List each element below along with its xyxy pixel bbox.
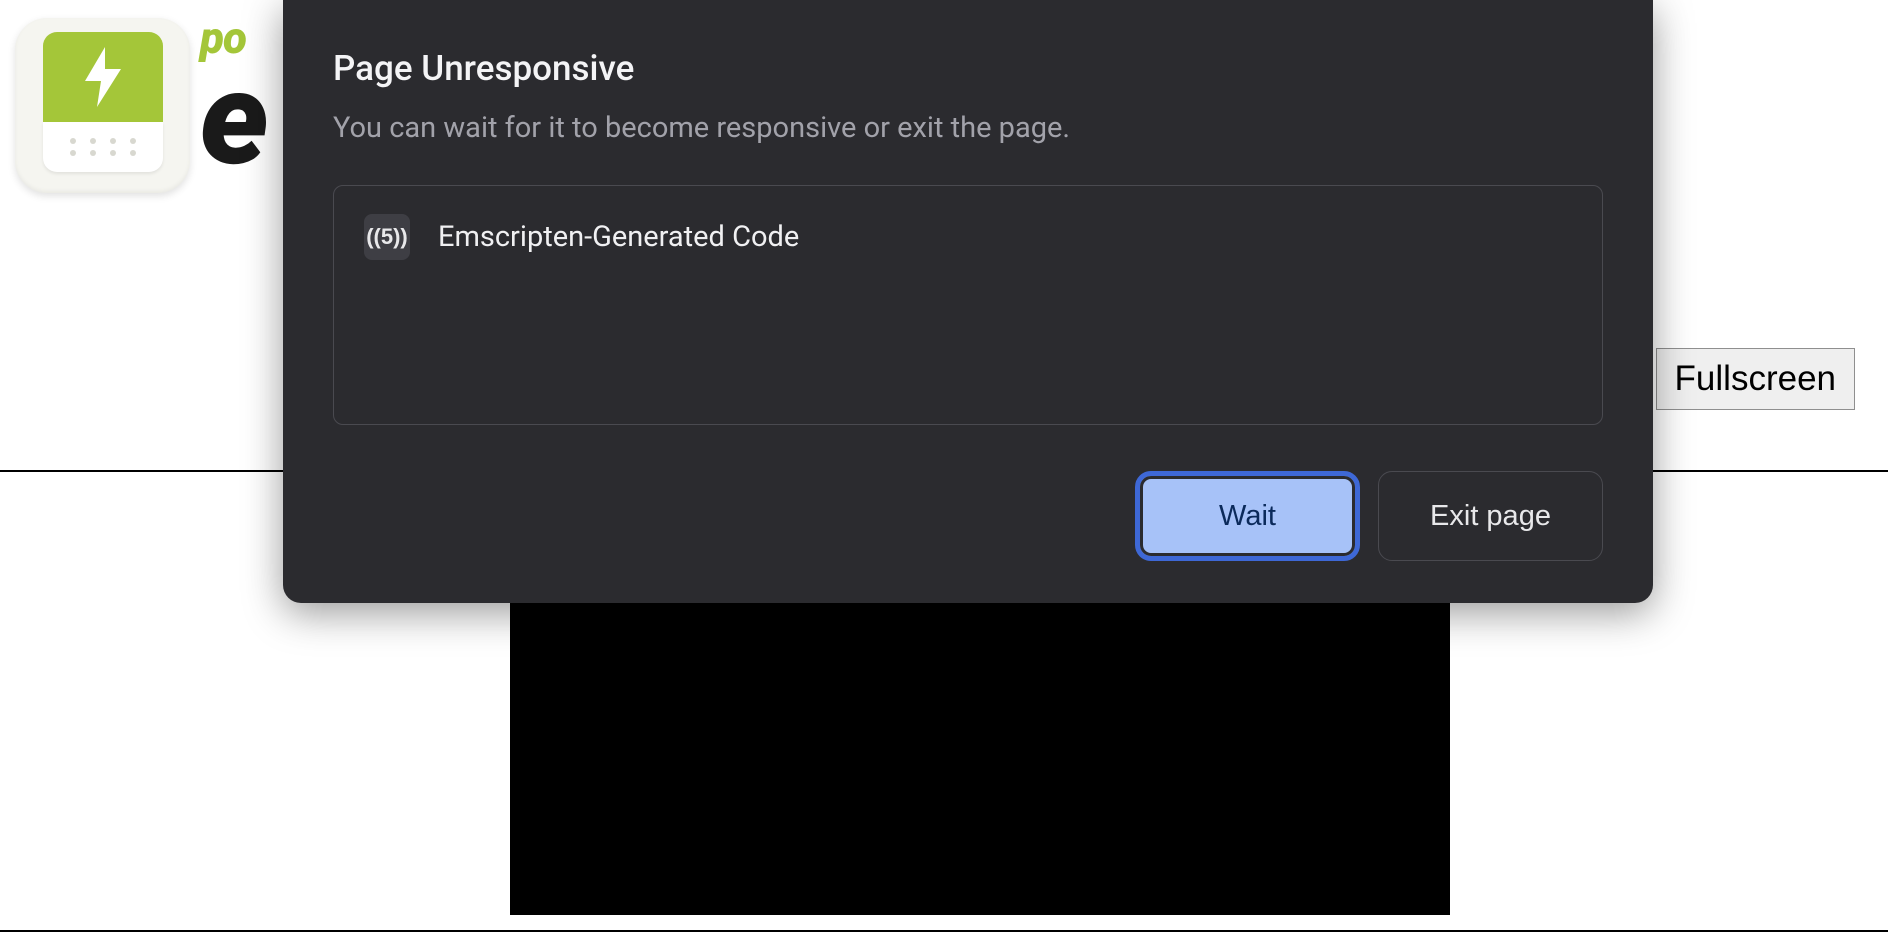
- dialog-button-row: Wait Exit page: [333, 471, 1603, 561]
- wait-button[interactable]: Wait: [1135, 471, 1360, 561]
- fullscreen-button[interactable]: Fullscreen: [1656, 348, 1855, 410]
- list-item: ((5)) Emscripten-Generated Code: [364, 214, 1572, 260]
- app-logo-bottom: [43, 122, 163, 172]
- dialog-title: Page Unresponsive: [333, 48, 1603, 89]
- list-item-label: Emscripten-Generated Code: [438, 220, 799, 254]
- exit-page-button[interactable]: Exit page: [1378, 471, 1603, 561]
- unresponsive-dialog: Page Unresponsive You can wait for it to…: [283, 0, 1653, 603]
- app-logo-top: [43, 32, 163, 122]
- lightning-icon: [78, 47, 128, 107]
- app-logo: [15, 18, 190, 193]
- divider-bottom: [0, 930, 1888, 932]
- dialog-subtitle: You can wait for it to become responsive…: [333, 111, 1603, 145]
- brand-text: po e: [200, 16, 265, 177]
- unresponsive-list: ((5)) Emscripten-Generated Code: [333, 185, 1603, 425]
- broadcast-icon: ((5)): [364, 214, 410, 260]
- wait-button-label: Wait: [1140, 476, 1355, 556]
- brand-big: e: [200, 60, 265, 177]
